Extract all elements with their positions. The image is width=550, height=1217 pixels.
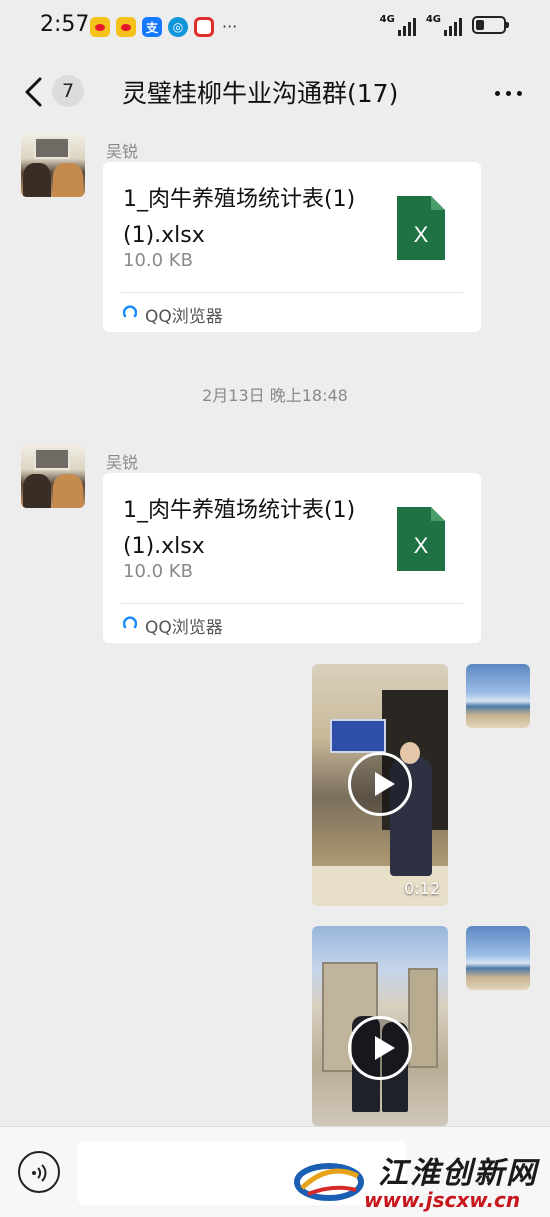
status-more-indicator: ··· [222, 17, 238, 36]
qq-browser-icon [123, 305, 137, 318]
source-app-label: QQ浏览器 [145, 307, 223, 327]
time-separator: 2月13日 晚上18:48 [202, 386, 348, 405]
chat-title: 灵璧桂柳牛业沟通群(17) [122, 79, 399, 108]
video-message[interactable]: 0:12 [312, 664, 448, 906]
battery-icon [472, 16, 509, 34]
status-app-icons: 支 ◎ ··· [90, 17, 237, 37]
more-options-icon[interactable] [486, 78, 530, 108]
sender-name: 吴锐 [106, 453, 139, 472]
watermark-title: 江淮创新网 [378, 1156, 538, 1191]
excel-file-icon: X [397, 507, 445, 571]
file-message-card[interactable]: 1_肉牛养殖场统计表(1)(1).xlsx 10.0 KB X QQ浏览器 [103, 473, 481, 643]
signal-label: 4G [425, 14, 441, 25]
file-size: 10.0 KB [123, 250, 193, 271]
video-message[interactable] [312, 926, 448, 1126]
qq-browser-icon [123, 616, 137, 629]
video-duration: 0:12 [404, 879, 440, 898]
file-message-card[interactable]: 1_肉牛养殖场统计表(1)(1).xlsx 10.0 KB X QQ浏览器 [103, 162, 481, 332]
watermark-url: www.jscxw.cn [364, 1188, 521, 1212]
svg-text:X: X [414, 533, 429, 558]
excel-file-icon: X [397, 196, 445, 260]
chat-header: 7 灵璧桂柳牛业沟通群(17) [0, 56, 550, 130]
status-time: 2:57 [40, 12, 90, 37]
voice-input-button[interactable] [18, 1151, 60, 1193]
notification-icon [194, 17, 214, 37]
file-name: 1_肉牛养殖场统计表(1)(1).xlsx [123, 187, 356, 248]
file-size: 10.0 KB [123, 561, 193, 582]
weibo-icon [116, 17, 136, 37]
my-avatar[interactable] [466, 926, 530, 990]
signal-icon: 4G [426, 14, 462, 36]
play-icon[interactable] [348, 1016, 412, 1080]
back-icon[interactable] [18, 74, 54, 110]
my-avatar[interactable] [466, 664, 530, 728]
play-icon[interactable] [348, 752, 412, 816]
svg-text:X: X [414, 222, 429, 247]
card-divider [121, 292, 463, 293]
alipay-icon: 支 [142, 17, 162, 37]
signal-icon: 4G [380, 14, 416, 36]
watermark-logo [294, 1163, 364, 1201]
unread-count-badge[interactable]: 7 [52, 75, 84, 107]
file-name: 1_肉牛养殖场统计表(1)(1).xlsx [123, 498, 356, 559]
signal-label: 4G [379, 14, 395, 25]
card-divider [121, 603, 463, 604]
source-app-label: QQ浏览器 [145, 618, 223, 638]
weibo-icon [90, 17, 110, 37]
status-bar: 2:57 支 ◎ ··· 4G 4G [0, 0, 550, 56]
avatar[interactable] [21, 444, 85, 508]
qq-browser-icon: ◎ [168, 17, 188, 37]
avatar[interactable] [21, 133, 85, 197]
voice-icon [32, 1164, 47, 1182]
watermark: 江淮创新网 www.jscxw.cn [290, 1140, 550, 1217]
status-indicators: 4G 4G [380, 14, 509, 36]
sender-name: 吴锐 [106, 142, 139, 161]
